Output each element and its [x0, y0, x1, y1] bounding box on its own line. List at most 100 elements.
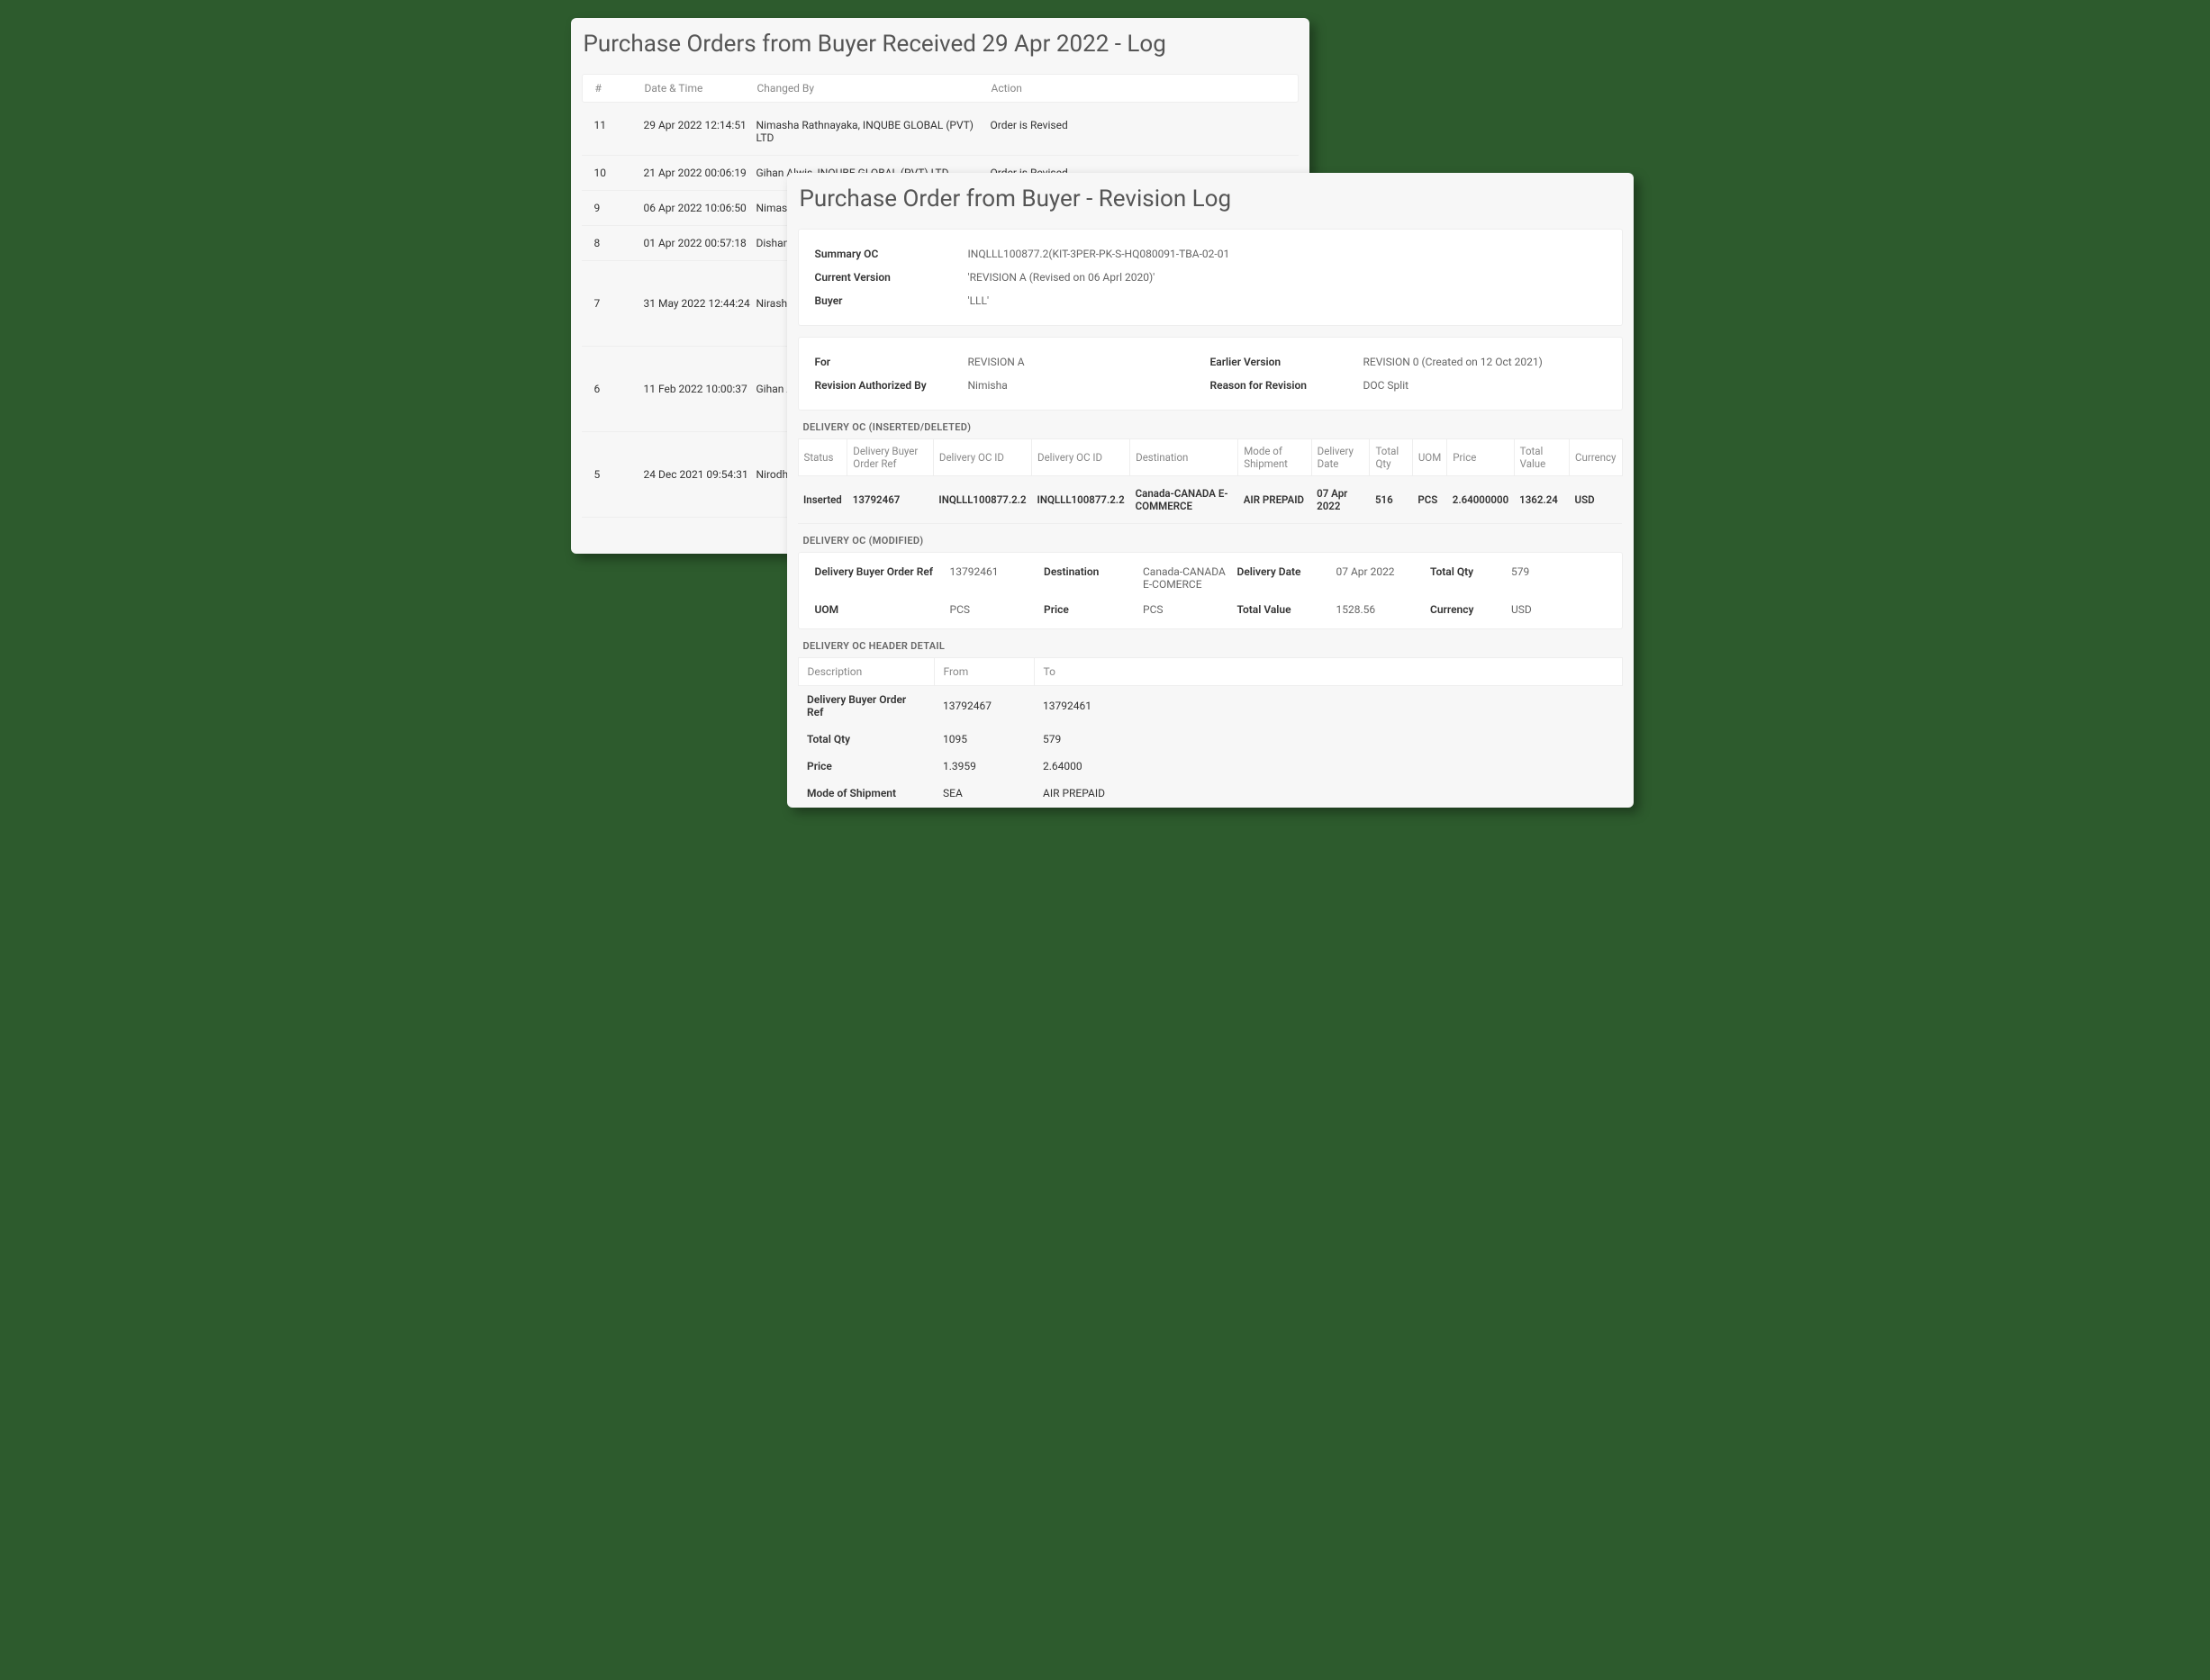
- log-cell-datetime: 29 Apr 2022 12:14:51: [644, 119, 756, 144]
- earlierversion-label: Earlier Version: [1210, 356, 1363, 368]
- hd-col-to: To: [1034, 658, 1622, 686]
- mod-destination-label: Destination: [1044, 565, 1143, 591]
- hd-cell-desc: Total Qty: [798, 726, 934, 753]
- cell-totalqty: 516: [1370, 476, 1412, 524]
- headerdetail-section-title: DELIVERY OC HEADER DETAIL: [803, 640, 1623, 652]
- reason-label: Reason for Revision: [1210, 379, 1363, 392]
- col-totalqty: Total Qty: [1370, 439, 1412, 476]
- cell-currency: USD: [1570, 476, 1622, 524]
- log-table-header: # Date & Time Changed By Action: [582, 74, 1299, 103]
- hd-cell-desc: Price: [798, 753, 934, 780]
- mod-totalvalue-value: 1528.56: [1336, 603, 1431, 616]
- log-cell-num: 11: [582, 119, 644, 144]
- col-status: Status: [798, 439, 847, 476]
- modified-section-title: DELIVERY OC (MODIFIED): [803, 535, 1623, 546]
- headerdetail-header-row: Description From To: [798, 658, 1622, 686]
- log-cell-datetime: 24 Dec 2021 09:54:31: [644, 468, 756, 481]
- cell-ocid1: INQLLL100877.2.2: [933, 476, 1031, 524]
- col-destination: Destination: [1130, 439, 1238, 476]
- summary-oc-value: INQLLL100877.2(KIT-3PER-PK-S-HQ080091-TB…: [968, 248, 1606, 260]
- cell-totalvalue: 1362.24: [1514, 476, 1569, 524]
- col-deliverydate: Delivery Date: [1311, 439, 1370, 476]
- headerdetail-row[interactable]: Mode of ShipmentSEAAIR PREPAID: [798, 780, 1622, 807]
- inserted-section-title: DELIVERY OC (INSERTED/DELETED): [803, 421, 1623, 433]
- buyer-label: Buyer: [815, 294, 968, 307]
- log-col-num: #: [583, 82, 645, 95]
- mod-totalqty-label: Total Qty: [1430, 565, 1511, 591]
- cell-ocid2: INQLLL100877.2.2: [1032, 476, 1130, 524]
- log-cell-num: 9: [582, 202, 644, 214]
- cell-price: 2.64000000: [1447, 476, 1514, 524]
- mod-destination-value: Canada-CANADA E-COMERCE: [1143, 565, 1237, 591]
- col-mode: Mode of Shipment: [1238, 439, 1311, 476]
- revision-log-title: Purchase Order from Buyer - Revision Log: [800, 185, 1634, 212]
- mod-price-value: PCS: [1143, 603, 1237, 616]
- modified-grid: Delivery Buyer Order Ref 13792461 Destin…: [798, 552, 1623, 629]
- hd-cell-from: 13792467: [934, 686, 1034, 727]
- hd-cell-from: 1095: [934, 726, 1034, 753]
- log-cell-datetime: 11 Feb 2022 10:00:37: [644, 383, 756, 395]
- col-ocid1: Delivery OC ID: [933, 439, 1031, 476]
- headerdetail-row[interactable]: Total Qty1095579: [798, 726, 1622, 753]
- log-cell-datetime: 31 May 2022 12:44:24: [644, 297, 756, 310]
- inserted-row[interactable]: Inserted 13792467 INQLLL100877.2.2 INQLL…: [798, 476, 1622, 524]
- log-col-action: Action: [992, 82, 1298, 95]
- mod-price-label: Price: [1044, 603, 1143, 616]
- mod-totalvalue-label: Total Value: [1237, 603, 1336, 616]
- cell-buyerref: 13792467: [847, 476, 934, 524]
- cell-mode: AIR PREPAID: [1238, 476, 1311, 524]
- hd-cell-desc: Mode of Shipment: [798, 780, 934, 807]
- log-cell-num: 10: [582, 167, 644, 179]
- cell-uom: PCS: [1412, 476, 1446, 524]
- headerdetail-row[interactable]: Price1.39592.64000: [798, 753, 1622, 780]
- col-ocid2: Delivery OC ID: [1032, 439, 1130, 476]
- log-panel-title: Purchase Orders from Buyer Received 29 A…: [584, 31, 1309, 58]
- mod-currency-value: USD: [1511, 603, 1606, 616]
- log-cell-datetime: 06 Apr 2022 10:06:50: [644, 202, 756, 214]
- mod-totalqty-value: 579: [1511, 565, 1606, 591]
- log-cell-num: 6: [582, 383, 644, 395]
- for-label: For: [815, 356, 968, 368]
- for-value: REVISION A: [968, 356, 1210, 368]
- summary-oc-label: Summary OC: [815, 248, 968, 260]
- mod-currency-label: Currency: [1430, 603, 1511, 616]
- log-cell-num: 8: [582, 237, 644, 249]
- col-price: Price: [1447, 439, 1514, 476]
- headerdetail-table: Description From To Delivery Buyer Order…: [798, 657, 1623, 807]
- col-buyerref: Delivery Buyer Order Ref: [847, 439, 934, 476]
- current-version-label: Current Version: [815, 271, 968, 284]
- mod-uom-label: UOM: [815, 603, 950, 616]
- authorizedby-value: Nimisha: [968, 379, 1210, 392]
- log-cell-action: Order is Revised: [991, 119, 1299, 144]
- authorizedby-label: Revision Authorized By: [815, 379, 968, 392]
- mod-deliverydate-value: 07 Apr 2022: [1336, 565, 1431, 591]
- hd-cell-desc: Delivery Buyer Order Ref: [798, 686, 934, 727]
- col-totalvalue: Total Value: [1514, 439, 1569, 476]
- log-col-datetime: Date & Time: [645, 82, 757, 95]
- hd-cell-to: 2.64000: [1034, 753, 1622, 780]
- mod-deliverydate-label: Delivery Date: [1237, 565, 1336, 591]
- hd-col-desc: Description: [798, 658, 934, 686]
- hd-cell-from: 1.3959: [934, 753, 1034, 780]
- hd-cell-from: SEA: [934, 780, 1034, 807]
- inserted-table: Status Delivery Buyer Order Ref Delivery…: [798, 438, 1623, 524]
- log-row[interactable]: 1129 Apr 2022 12:14:51Nimasha Rathnayaka…: [582, 108, 1299, 156]
- hd-cell-to: 579: [1034, 726, 1622, 753]
- earlierversion-value: REVISION 0 (Created on 12 Oct 2021): [1363, 356, 1606, 368]
- headerdetail-row[interactable]: Delivery Buyer Order Ref1379246713792461: [798, 686, 1622, 727]
- inserted-header-row: Status Delivery Buyer Order Ref Delivery…: [798, 439, 1622, 476]
- cell-deliverydate: 07 Apr 2022: [1311, 476, 1370, 524]
- hd-cell-to: AIR PREPAID: [1034, 780, 1622, 807]
- buyer-value: 'LLL': [968, 294, 1606, 307]
- hd-col-from: From: [934, 658, 1034, 686]
- log-cell-num: 7: [582, 297, 644, 310]
- hd-cell-to: 13792461: [1034, 686, 1622, 727]
- mod-uom-value: PCS: [950, 603, 1045, 616]
- log-cell-num: 5: [582, 468, 644, 481]
- revision-log-panel: Purchase Order from Buyer - Revision Log…: [787, 173, 1634, 808]
- cell-status: Inserted: [798, 476, 847, 524]
- revision-card: For REVISION A Revision Authorized By Ni…: [798, 337, 1623, 411]
- mod-buyerref-value: 13792461: [950, 565, 1045, 591]
- reason-value: DOC Split: [1363, 379, 1606, 392]
- summary-card: Summary OC INQLLL100877.2(KIT-3PER-PK-S-…: [798, 229, 1623, 326]
